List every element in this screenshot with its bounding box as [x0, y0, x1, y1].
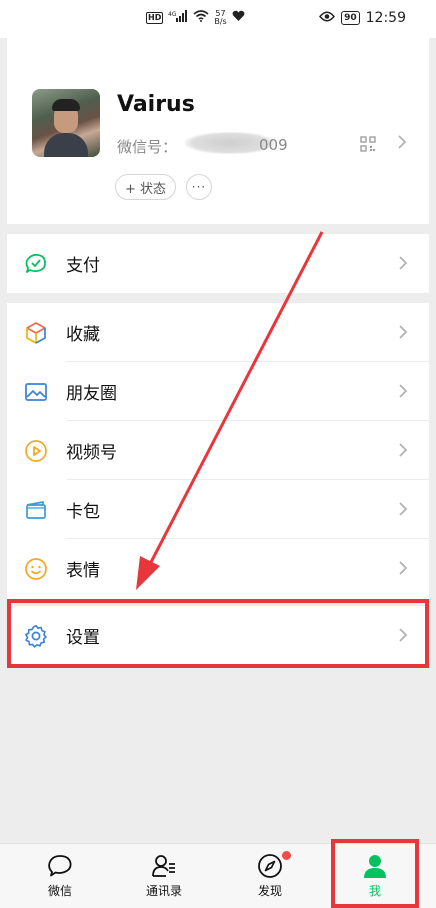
- picture-icon: [24, 380, 48, 404]
- chevron-right-icon: [398, 627, 408, 647]
- menu-item-settings[interactable]: 设置: [7, 606, 429, 665]
- tab-contacts[interactable]: 通讯录: [114, 844, 214, 908]
- tab-label-chats: 微信: [47, 884, 72, 898]
- compass-icon: [256, 852, 284, 880]
- chevron-right-icon: [398, 501, 408, 521]
- menu-label-settings: 设置: [66, 628, 100, 648]
- hd-badge: HD: [146, 12, 164, 24]
- chevron-right-icon: [398, 442, 408, 462]
- net-speed: 57 B/s: [214, 9, 227, 26]
- main-menu-group: 收藏 朋友圈 视频号 卡包 表情: [7, 303, 429, 599]
- signal-icon: 4G: [168, 10, 188, 26]
- status-indicators-left: HD 4G 57 B/s: [146, 10, 245, 26]
- svg-text:4G: 4G: [168, 11, 177, 18]
- battery-indicator: 90: [341, 11, 360, 25]
- tab-label-contacts: 通讯录: [145, 884, 182, 898]
- menu-item-favorites[interactable]: 收藏: [7, 303, 429, 362]
- chevron-right-icon: [398, 383, 408, 403]
- tab-chats[interactable]: 微信: [10, 844, 110, 908]
- settings-group: 设置: [7, 606, 429, 665]
- status-bar: HD 4G 57 B/s 90 12:59: [0, 0, 436, 38]
- contacts-icon: [150, 852, 178, 880]
- menu-item-stickers[interactable]: 表情: [7, 539, 429, 598]
- wallet-icon: [24, 498, 48, 522]
- chevron-right-icon: [398, 560, 408, 580]
- wechat-id-label: 微信号：: [117, 138, 178, 156]
- notification-dot: [282, 851, 291, 860]
- chat-bubble-icon: [46, 852, 74, 880]
- cube-icon: [24, 321, 48, 345]
- tab-discover[interactable]: 发现: [220, 844, 320, 908]
- chevron-right-icon: [398, 324, 408, 344]
- menu-label-stickers: 表情: [66, 561, 100, 581]
- menu-item-channels[interactable]: 视频号: [7, 421, 429, 480]
- status-time: 12:59: [365, 10, 406, 26]
- menu-label-cards: 卡包: [66, 502, 100, 522]
- chevron-right-icon: [398, 255, 408, 275]
- status-indicators-right: 90 12:59: [319, 10, 406, 26]
- smiley-icon: [24, 557, 48, 581]
- menu-label-favorites: 收藏: [66, 325, 100, 345]
- play-circle-icon: [24, 439, 48, 463]
- menu-item-moments[interactable]: 朋友圈: [7, 362, 429, 421]
- user-icon: [361, 852, 389, 880]
- eye-icon: [319, 11, 336, 26]
- profile-name: Vairus: [117, 92, 195, 117]
- avatar[interactable]: [32, 89, 100, 157]
- menu-label-channels: 视频号: [66, 443, 117, 463]
- tab-label-discover: 发现: [257, 884, 282, 898]
- gear-icon: [24, 624, 48, 648]
- add-status-button[interactable]: + 状态: [115, 174, 177, 200]
- menu-item-pay[interactable]: 支付: [7, 234, 429, 293]
- more-button[interactable]: ···: [186, 174, 212, 200]
- menu-label-pay: 支付: [66, 256, 100, 276]
- qr-code-icon[interactable]: [360, 136, 376, 156]
- heart-icon: [232, 10, 245, 26]
- menu-item-cards[interactable]: 卡包: [7, 480, 429, 539]
- profile-card[interactable]: Vairus 微信号： 009 + 状态 ···: [7, 38, 429, 224]
- bottom-tab-bar: 微信 通讯录 发现 我: [0, 843, 436, 908]
- tab-me[interactable]: 我: [325, 844, 425, 908]
- wifi-icon: [193, 10, 209, 26]
- menu-label-moments: 朋友圈: [66, 384, 117, 404]
- wechat-id-suffix: 009: [259, 136, 288, 154]
- tab-label-me: 我: [368, 884, 381, 898]
- pay-icon: [24, 252, 48, 276]
- pay-group: 支付: [7, 234, 429, 293]
- chevron-right-icon[interactable]: [397, 134, 407, 154]
